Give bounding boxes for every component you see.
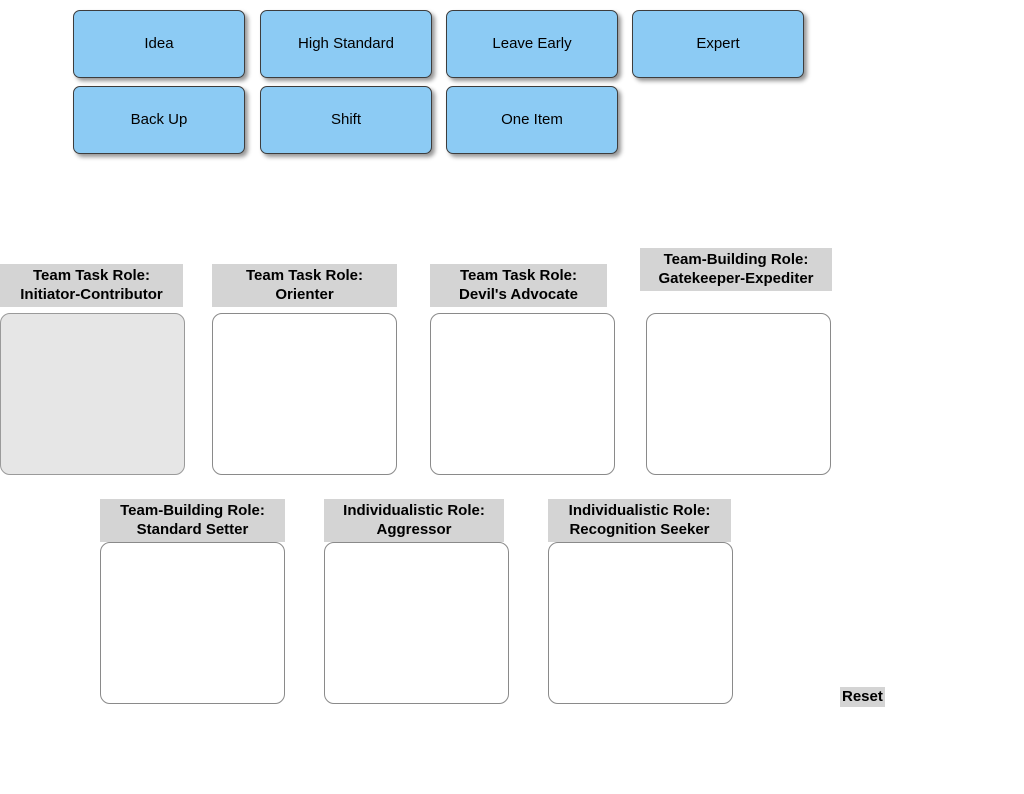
draggable-tile[interactable]: Leave Early: [446, 10, 618, 78]
drop-zone-category: Team-Building Role:: [663, 251, 809, 268]
activity-stage: Idea High Standard Leave Early Expert Back U…: [0, 0, 1024, 794]
drop-zone-category: Team Task Role:: [460, 267, 577, 284]
drop-zone-box[interactable]: [548, 542, 733, 704]
draggable-tile[interactable]: Expert: [632, 10, 804, 78]
drop-zone-role: Orienter: [275, 286, 334, 303]
draggable-tile[interactable]: Idea: [73, 10, 245, 78]
draggable-tile[interactable]: Back Up: [73, 86, 245, 154]
drop-zone-role: Recognition Seeker: [569, 521, 710, 538]
drop-zone-label: Team Task Role: Orienter: [212, 264, 397, 307]
reset-button[interactable]: Reset: [840, 687, 885, 707]
draggable-tile[interactable]: High Standard: [260, 10, 432, 78]
drop-zone-role: Aggressor: [376, 521, 452, 538]
drop-zone-box[interactable]: [430, 313, 615, 475]
drop-zone-role: Initiator-Contributor: [20, 286, 163, 303]
drop-zone-box[interactable]: [212, 313, 397, 475]
drop-zone-box[interactable]: [100, 542, 285, 704]
drop-zone-category: Team Task Role:: [246, 267, 363, 284]
drop-zone-label: Individualistic Role: Recognition Seeker: [548, 499, 731, 542]
drop-zone-role: Gatekeeper-Expediter: [658, 270, 814, 287]
drop-zone-box[interactable]: [646, 313, 831, 475]
drop-zone-category: Team-Building Role:: [120, 502, 265, 519]
drop-zone-category: Individualistic Role:: [343, 502, 485, 519]
drop-zone-category: Team Task Role:: [33, 267, 150, 284]
drop-zone-label: Individualistic Role: Aggressor: [324, 499, 504, 542]
drop-zone-label: Team Task Role: Devil's Advocate: [430, 264, 607, 307]
drop-zone-label: Team Task Role: Initiator-Contributor: [0, 264, 183, 307]
drop-zone-label: Team-Building Role: Gatekeeper-Expediter: [640, 248, 832, 291]
drop-zone-category: Individualistic Role:: [568, 502, 711, 519]
draggable-tile[interactable]: One Item: [446, 86, 618, 154]
drop-zone-box[interactable]: [0, 313, 185, 475]
drop-zone-box[interactable]: [324, 542, 509, 704]
drop-zone-role: Standard Setter: [136, 521, 249, 538]
drop-zone-role: Devil's Advocate: [459, 286, 578, 303]
draggable-tile[interactable]: Shift: [260, 86, 432, 154]
drop-zone-label: Team-Building Role: Standard Setter: [100, 499, 285, 542]
